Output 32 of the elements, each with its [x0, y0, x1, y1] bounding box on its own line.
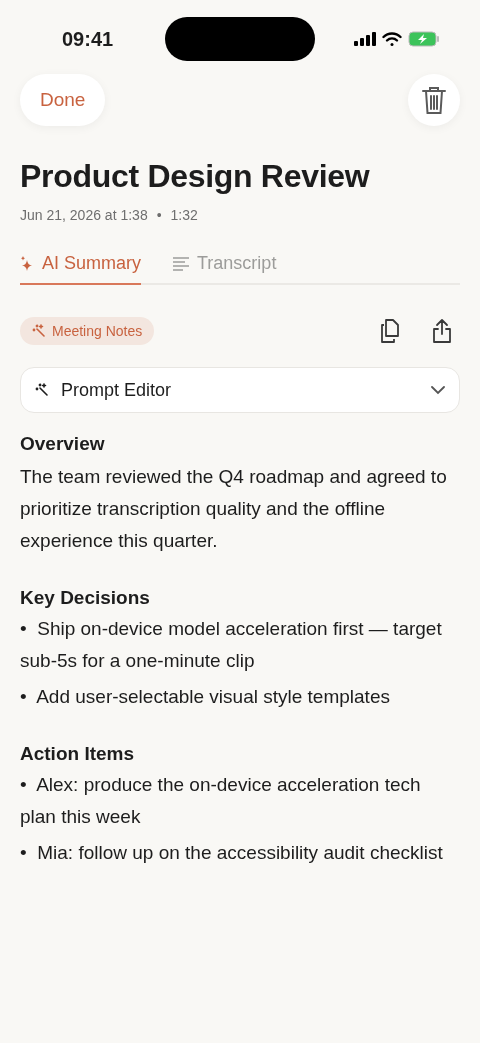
section-heading: Key Decisions	[20, 587, 151, 609]
text-lines-icon	[173, 256, 190, 271]
copy-button[interactable]	[380, 318, 402, 344]
template-tag[interactable]: Meeting Notes	[20, 317, 155, 345]
recording-duration: 1:32	[170, 207, 198, 223]
chevron-down-icon	[431, 385, 445, 395]
section-heading: Overview	[20, 433, 106, 455]
share-button[interactable]	[432, 318, 452, 344]
trash-button[interactable]	[408, 74, 460, 126]
trash-icon	[421, 85, 447, 115]
prompt-editor-dropdown[interactable]: Prompt Editor	[20, 367, 460, 413]
bullet-item: • Alex: produce the on-device acceleration tech plan this week	[20, 773, 422, 829]
signal-icon	[354, 32, 376, 46]
wifi-icon	[382, 31, 402, 47]
paragraph: The team reviewed the Q4 roadmap and agreed to prioritize transcription quality and the offline experience this quarter.	[20, 465, 448, 553]
wand-icon	[35, 383, 49, 397]
share-icon	[432, 318, 452, 344]
bullet-item: • Add user-selectable visual style templates	[20, 685, 391, 709]
sparkle-icon	[20, 255, 34, 272]
status-time: 09:41	[62, 27, 114, 51]
tab[interactable]: Transcript	[173, 249, 277, 285]
tab[interactable]: AI Summary	[20, 249, 142, 285]
wand-icon	[32, 324, 46, 338]
recording-date: Jun 21, 2026 at 1:38	[20, 207, 148, 223]
bullet-item: • Mia: follow up on the accessibility audit checklist	[20, 841, 444, 865]
separator-dot: •	[156, 207, 162, 223]
note-title: Product Design Review	[20, 158, 371, 195]
copy-icon	[380, 318, 402, 344]
bullet-item: • Ship on-device model acceleration first — target sub-5s for a one-minute clip	[20, 617, 443, 673]
done-button[interactable]: Done	[20, 74, 106, 126]
battery-charging-icon	[408, 31, 440, 47]
section-heading: Action Items	[20, 743, 136, 765]
